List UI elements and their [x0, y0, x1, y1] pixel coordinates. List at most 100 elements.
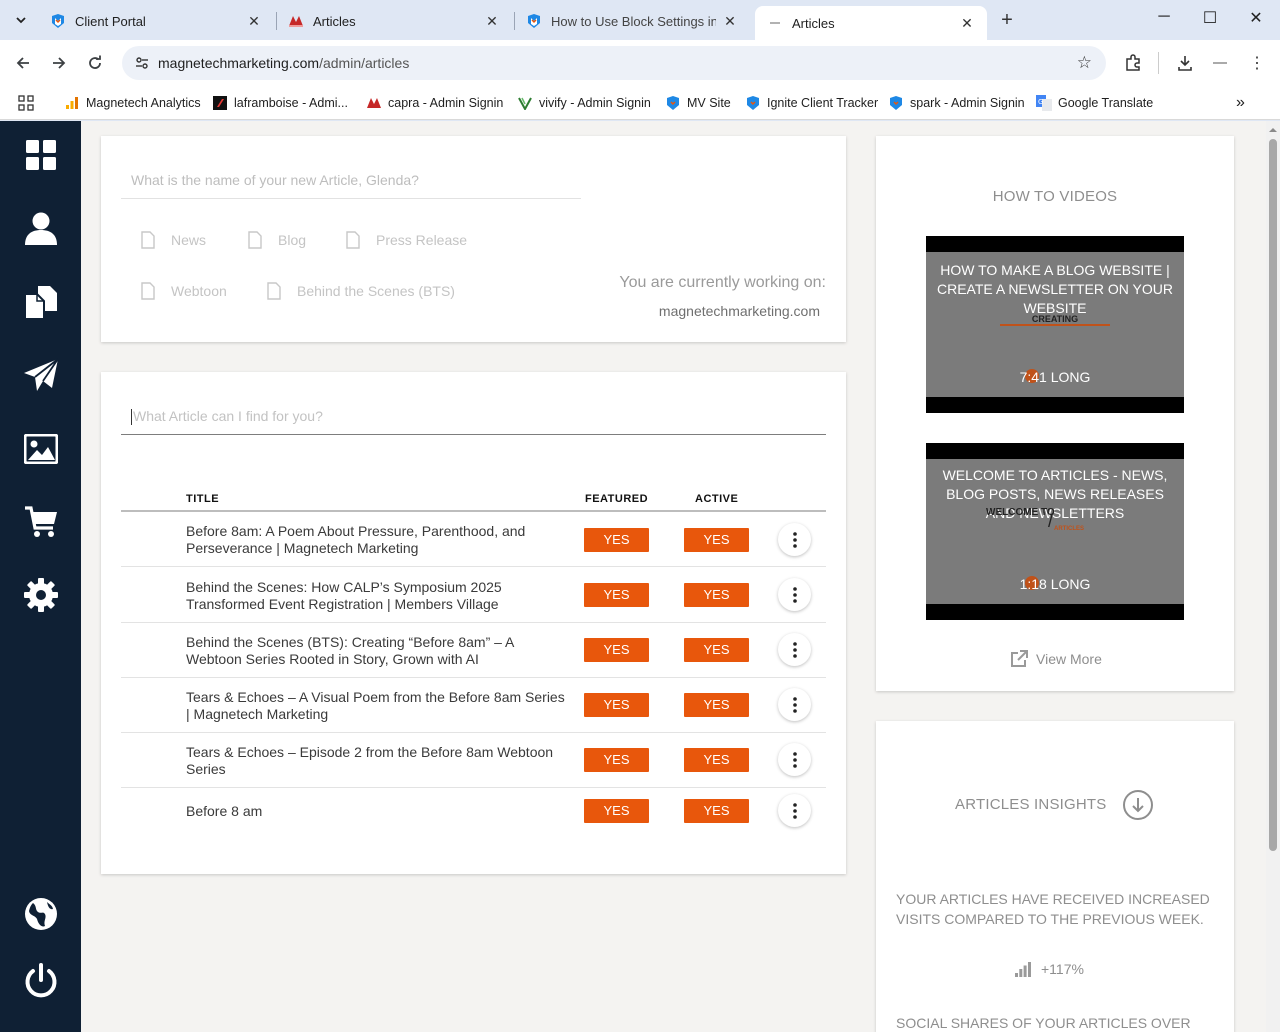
download-icon[interactable]: [1174, 52, 1196, 74]
bookmark-star-icon[interactable]: ☆: [1077, 53, 1092, 73]
view-more-link[interactable]: View More: [1010, 650, 1102, 668]
close-tab-icon[interactable]: ✕: [959, 15, 975, 31]
close-tab-icon[interactable]: ✕: [246, 13, 262, 29]
documents-icon[interactable]: [22, 283, 60, 321]
bookmark-laframboise[interactable]: laframboise - Admi...: [212, 92, 348, 114]
featured-toggle[interactable]: YES: [584, 583, 649, 607]
expand-insights-button[interactable]: [1123, 790, 1153, 820]
featured-toggle[interactable]: YES: [584, 638, 649, 662]
video-length: 1:18 LONG: [1019, 576, 1091, 592]
featured-toggle[interactable]: YES: [584, 693, 649, 717]
more-bookmarks-icon[interactable]: »: [1236, 92, 1245, 114]
new-tab-button[interactable]: +: [996, 9, 1018, 32]
article-title[interactable]: Tears & Echoes – Episode 2 from the Befo…: [186, 744, 566, 778]
scrollbar-thumb[interactable]: [1269, 139, 1277, 851]
site-info-icon[interactable]: [130, 51, 154, 75]
view-more-label: View More: [1036, 651, 1102, 667]
power-icon[interactable]: [22, 962, 60, 1000]
tab-search-button[interactable]: [8, 7, 34, 33]
type-option-news[interactable]: News: [141, 231, 206, 249]
user-icon[interactable]: [22, 209, 60, 247]
bookmark-spark[interactable]: spark - Admin Signin: [888, 92, 1025, 114]
close-tab-icon[interactable]: ✕: [722, 13, 738, 29]
new-article-title-input[interactable]: What is the name of your new Article, Gl…: [121, 164, 581, 199]
article-title[interactable]: Before 8 am: [186, 803, 566, 820]
more-menu-icon[interactable]: ⋮: [1246, 52, 1268, 74]
type-option-press-release[interactable]: Press Release: [346, 231, 467, 249]
more-vertical-icon: [792, 531, 797, 548]
globe-icon[interactable]: [22, 895, 60, 933]
active-toggle[interactable]: YES: [684, 528, 749, 552]
column-header-title[interactable]: TITLE: [186, 493, 219, 505]
vivify-icon: [517, 95, 533, 111]
bookmark-mv-site[interactable]: MV Site: [665, 92, 731, 114]
bookmark-google-translate[interactable]: G Google Translate: [1036, 92, 1153, 114]
bookmark-capra[interactable]: capra - Admin Signin: [366, 92, 503, 114]
close-window-button[interactable]: ✕: [1244, 8, 1268, 28]
type-option-bts[interactable]: Behind the Scenes (BTS): [267, 282, 455, 300]
divider-line: [1000, 324, 1110, 326]
sidebar: [0, 121, 81, 1032]
forward-button[interactable]: [46, 50, 72, 76]
bookmark-magnetech-analytics[interactable]: Magnetech Analytics: [64, 92, 201, 114]
settings-icon[interactable]: [22, 576, 60, 614]
tab-articles-active[interactable]: Articles ✕: [755, 6, 987, 40]
type-label: Press Release: [376, 232, 468, 248]
page-scrollbar[interactable]: [1266, 121, 1280, 1032]
tab-articles-capra[interactable]: Articles ✕: [276, 6, 512, 36]
active-toggle[interactable]: YES: [684, 799, 749, 823]
more-vertical-icon: [792, 802, 797, 819]
row-menu-button[interactable]: [778, 794, 811, 827]
row-menu-button[interactable]: [778, 523, 811, 556]
address-bar[interactable]: magnetechmarketing.com/admin/articles ☆: [122, 46, 1106, 80]
row-menu-button[interactable]: [778, 578, 811, 611]
cart-icon[interactable]: [22, 503, 60, 541]
maximize-button[interactable]: ☐: [1198, 8, 1222, 28]
visits-insight-text: YOUR ARTICLES HAVE RECEIVED INCREASED VI…: [896, 891, 1210, 927]
row-menu-button[interactable]: [778, 688, 811, 721]
document-icon: [141, 231, 155, 249]
reload-button[interactable]: [82, 50, 108, 76]
close-tab-icon[interactable]: ✕: [484, 13, 500, 29]
bookmark-vivify[interactable]: vivify - Admin Signin: [517, 92, 651, 114]
minimize-button[interactable]: ─: [1152, 8, 1176, 26]
featured-toggle[interactable]: YES: [584, 528, 649, 552]
active-toggle[interactable]: YES: [684, 693, 749, 717]
bookmark-ignite[interactable]: Ignite Client Tracker: [745, 92, 878, 114]
active-toggle[interactable]: YES: [684, 583, 749, 607]
back-button[interactable]: [10, 50, 36, 76]
video-overlay-text-2: ARTICLES: [1054, 526, 1084, 532]
send-icon[interactable]: [22, 356, 60, 394]
dashboard-icon[interactable]: [22, 136, 60, 174]
featured-toggle[interactable]: YES: [584, 748, 649, 772]
active-toggle[interactable]: YES: [684, 748, 749, 772]
tab-block-settings[interactable]: How to Use Block Settings in th ✕: [514, 6, 750, 36]
row-menu-button[interactable]: [778, 633, 811, 666]
table-row: Before 8am: A Poem About Pressure, Paren…: [121, 512, 826, 567]
scroll-up-arrow-icon[interactable]: [1266, 123, 1280, 137]
apps-grid-icon[interactable]: [18, 92, 34, 114]
article-title[interactable]: Tears & Echoes – A Visual Poem from the …: [186, 689, 566, 723]
article-title[interactable]: Behind the Scenes (BTS): Creating “Befor…: [186, 634, 566, 668]
article-title[interactable]: Behind the Scenes: How CALP’s Symposium …: [186, 579, 566, 613]
articles-insights-card: ARTICLES INSIGHTS YOUR ARTICLES HAVE REC…: [876, 721, 1234, 1032]
article-search-input[interactable]: What Article can I find for you?: [121, 402, 826, 435]
type-option-webtoon[interactable]: Webtoon: [141, 282, 227, 300]
active-toggle[interactable]: YES: [684, 638, 749, 662]
image-icon[interactable]: [22, 430, 60, 468]
row-menu-button[interactable]: [778, 743, 811, 776]
featured-toggle[interactable]: YES: [584, 799, 649, 823]
article-title[interactable]: Before 8am: A Poem About Pressure, Paren…: [186, 523, 566, 557]
extensions-icon[interactable]: [1122, 52, 1144, 74]
profile-icon[interactable]: [1209, 52, 1231, 74]
magnetech-logo-icon: [665, 95, 681, 111]
bookmark-label: Ignite Client Tracker: [767, 96, 879, 110]
tab-client-portal[interactable]: Client Portal ✕: [38, 6, 274, 36]
column-header-featured[interactable]: FEATURED: [585, 493, 648, 505]
type-option-blog[interactable]: Blog: [248, 231, 306, 249]
bookmark-label: capra - Admin Signin: [388, 96, 504, 110]
column-header-active[interactable]: ACTIVE: [695, 493, 738, 505]
video-thumbnail[interactable]: WELCOME TO ARTICLES - NEWS, BLOG POSTS, …: [926, 443, 1184, 620]
magnetech-logo-icon: [526, 13, 542, 29]
video-thumbnail[interactable]: HOW TO MAKE A BLOG WEBSITE | CREATE A NE…: [926, 236, 1184, 413]
